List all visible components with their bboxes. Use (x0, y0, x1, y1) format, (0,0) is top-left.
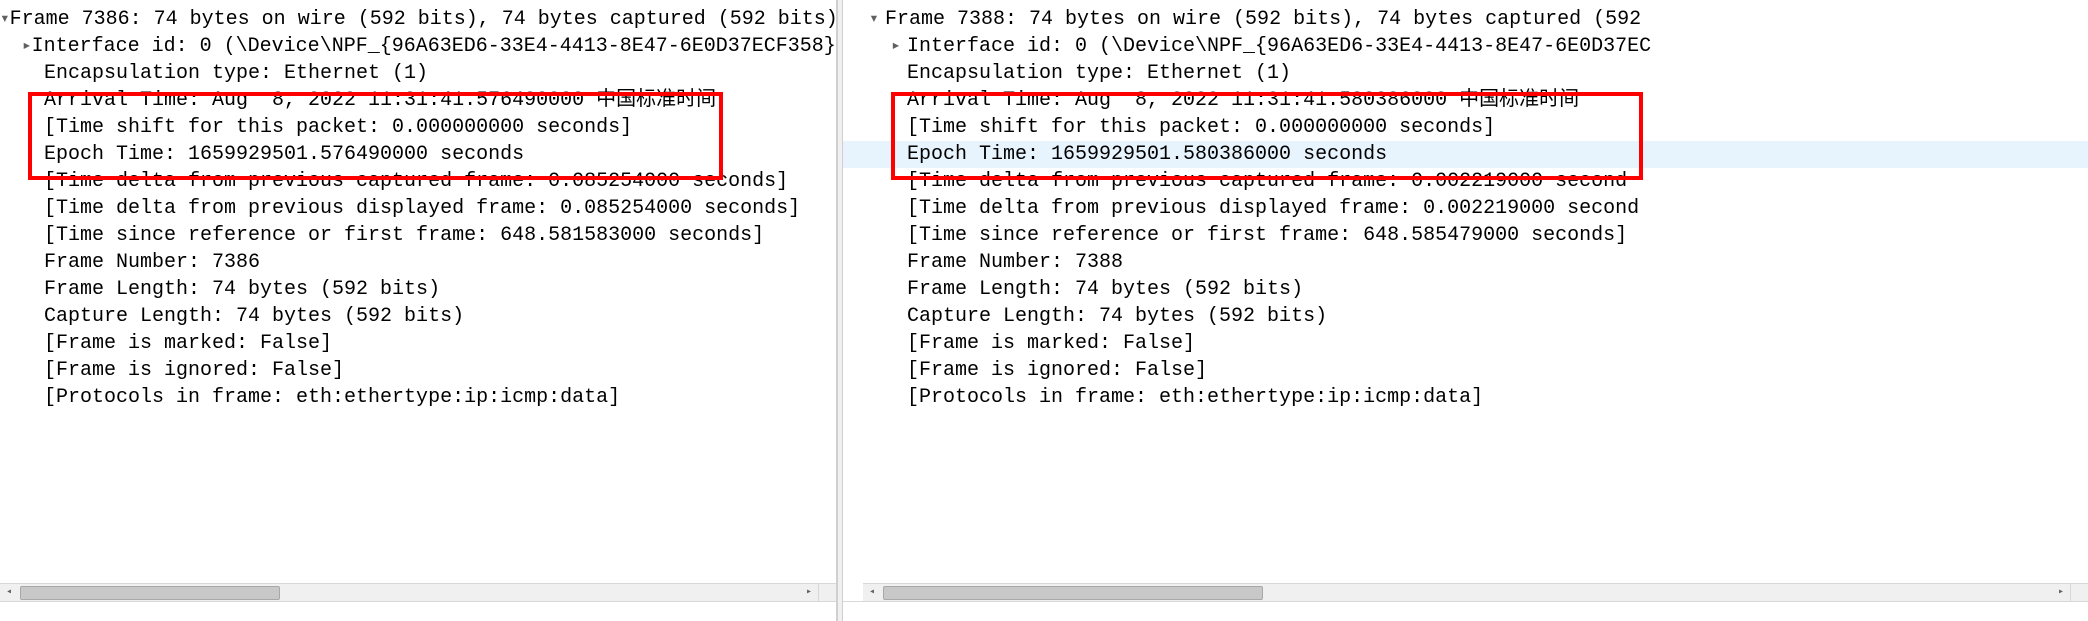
capture-length: Capture Length: 74 bytes (592 bits) (907, 303, 1327, 330)
chevron-right-icon[interactable] (22, 33, 32, 60)
frame-ignored: [Frame is ignored: False] (907, 357, 1207, 384)
packet-details-pane-left: Frame 7386: 74 bytes on wire (592 bits),… (0, 0, 837, 621)
since-ref-row[interactable]: [Time since reference or first frame: 64… (0, 222, 836, 249)
scroll-left-icon[interactable]: ◂ (0, 584, 18, 602)
frame-number: Frame Number: 7386 (44, 249, 260, 276)
delta-captured: [Time delta from previous captured frame… (44, 168, 788, 195)
horizontal-scrollbar[interactable]: ◂ ▸ (863, 583, 2070, 601)
scrollbar-corner (818, 583, 836, 601)
frame-row[interactable]: Frame 7388: 74 bytes on wire (592 bits),… (843, 6, 2088, 33)
frame-length-row[interactable]: Frame Length: 74 bytes (592 bits) (843, 276, 2088, 303)
frame-marked: [Frame is marked: False] (907, 330, 1195, 357)
arrival-time: Arrival Time: Aug 8, 2022 11:31:41.57649… (44, 87, 716, 114)
packet-tree-right[interactable]: Frame 7388: 74 bytes on wire (592 bits),… (843, 0, 2088, 579)
frame-marked: [Frame is marked: False] (44, 330, 332, 357)
scrollbar-thumb[interactable] (20, 586, 280, 600)
time-shift: [Time shift for this packet: 0.000000000… (907, 114, 1495, 141)
chevron-down-icon[interactable] (863, 6, 885, 33)
frame-row[interactable]: Frame 7386: 74 bytes on wire (592 bits),… (0, 6, 836, 33)
protocols: [Protocols in frame: eth:ethertype:ip:ic… (907, 384, 1483, 411)
frame-number-row[interactable]: Frame Number: 7386 (0, 249, 836, 276)
arrival-time-row[interactable]: Arrival Time: Aug 8, 2022 11:31:41.57649… (0, 87, 836, 114)
chevron-down-icon[interactable] (0, 6, 10, 33)
delta-captured: [Time delta from previous captured frame… (907, 168, 1627, 195)
capture-length-row[interactable]: Capture Length: 74 bytes (592 bits) (843, 303, 2088, 330)
frame-ignored: [Frame is ignored: False] (44, 357, 344, 384)
frame-length: Frame Length: 74 bytes (592 bits) (44, 276, 440, 303)
since-ref: [Time since reference or first frame: 64… (907, 222, 1627, 249)
frame-marked-row[interactable]: [Frame is marked: False] (843, 330, 2088, 357)
frame-number-row[interactable]: Frame Number: 7388 (843, 249, 2088, 276)
scroll-left-icon[interactable]: ◂ (863, 584, 881, 602)
chevron-right-icon[interactable] (885, 33, 907, 60)
capture-length: Capture Length: 74 bytes (592 bits) (44, 303, 464, 330)
frame-length: Frame Length: 74 bytes (592 bits) (907, 276, 1303, 303)
encapsulation-type: Encapsulation type: Ethernet (1) (907, 60, 1291, 87)
scroll-right-icon[interactable]: ▸ (800, 584, 818, 602)
scrollbar-corner (2070, 583, 2088, 601)
arrival-time-row[interactable]: Arrival Time: Aug 8, 2022 11:31:41.58038… (843, 87, 2088, 114)
protocols-row[interactable]: [Protocols in frame: eth:ethertype:ip:ic… (0, 384, 836, 411)
hex-dump-footer[interactable]: 0000 74 4c a1 6a 40 6b 08 aa 89 7a d3 62… (843, 601, 2088, 621)
delta-displayed: [Time delta from previous displayed fram… (907, 195, 1639, 222)
interface-row[interactable]: Interface id: 0 (\Device\NPF_{96A63ED6-3… (843, 33, 2088, 60)
frame-marked-row[interactable]: [Frame is marked: False] (0, 330, 836, 357)
packet-tree-left[interactable]: Frame 7386: 74 bytes on wire (592 bits),… (0, 0, 836, 579)
scrollbar-thumb[interactable] (883, 586, 1263, 600)
delta-displayed: [Time delta from previous displayed fram… (44, 195, 800, 222)
delta-displayed-row[interactable]: [Time delta from previous displayed fram… (0, 195, 836, 222)
interface-id: Interface id: 0 (\Device\NPF_{96A63ED6-3… (907, 33, 1651, 60)
packet-details-pane-right: Frame 7388: 74 bytes on wire (592 bits),… (843, 0, 2088, 621)
delta-displayed-row[interactable]: [Time delta from previous displayed fram… (843, 195, 2088, 222)
frame-length-row[interactable]: Frame Length: 74 bytes (592 bits) (0, 276, 836, 303)
epoch-time-row[interactable]: Epoch Time: 1659929501.576490000 seconds (0, 141, 836, 168)
delta-captured-row[interactable]: [Time delta from previous captured frame… (843, 168, 2088, 195)
capture-length-row[interactable]: Capture Length: 74 bytes (592 bits) (0, 303, 836, 330)
encapsulation-type: Encapsulation type: Ethernet (1) (44, 60, 428, 87)
frame-number: Frame Number: 7388 (907, 249, 1123, 276)
time-shift-row[interactable]: [Time shift for this packet: 0.000000000… (0, 114, 836, 141)
frame-summary: Frame 7386: 74 bytes on wire (592 bits),… (10, 6, 836, 33)
hex-dump-footer[interactable]: 0000 08 aa 89 7a d3 62 74 4c a1 6a 40 6b… (0, 601, 836, 621)
epoch-time: Epoch Time: 1659929501.580386000 seconds (907, 141, 1387, 168)
encapsulation-row[interactable]: Encapsulation type: Ethernet (1) (843, 60, 2088, 87)
frame-ignored-row[interactable]: [Frame is ignored: False] (843, 357, 2088, 384)
frame-summary: Frame 7388: 74 bytes on wire (592 bits),… (885, 6, 1653, 33)
interface-row[interactable]: Interface id: 0 (\Device\NPF_{96A63ED6-3… (0, 33, 836, 60)
arrival-time: Arrival Time: Aug 8, 2022 11:31:41.58038… (907, 87, 1579, 114)
protocols-row[interactable]: [Protocols in frame: eth:ethertype:ip:ic… (843, 384, 2088, 411)
time-shift: [Time shift for this packet: 0.000000000… (44, 114, 632, 141)
time-shift-row[interactable]: [Time shift for this packet: 0.000000000… (843, 114, 2088, 141)
frame-ignored-row[interactable]: [Frame is ignored: False] (0, 357, 836, 384)
since-ref: [Time since reference or first frame: 64… (44, 222, 764, 249)
epoch-time-row[interactable]: Epoch Time: 1659929501.580386000 seconds (843, 141, 2088, 168)
interface-id: Interface id: 0 (\Device\NPF_{96A63ED6-3… (32, 33, 836, 60)
scroll-right-icon[interactable]: ▸ (2052, 584, 2070, 602)
horizontal-scrollbar[interactable]: ◂ ▸ (0, 583, 818, 601)
since-ref-row[interactable]: [Time since reference or first frame: 64… (843, 222, 2088, 249)
epoch-time: Epoch Time: 1659929501.576490000 seconds (44, 141, 524, 168)
protocols: [Protocols in frame: eth:ethertype:ip:ic… (44, 384, 620, 411)
encapsulation-row[interactable]: Encapsulation type: Ethernet (1) (0, 60, 836, 87)
delta-captured-row[interactable]: [Time delta from previous captured frame… (0, 168, 836, 195)
